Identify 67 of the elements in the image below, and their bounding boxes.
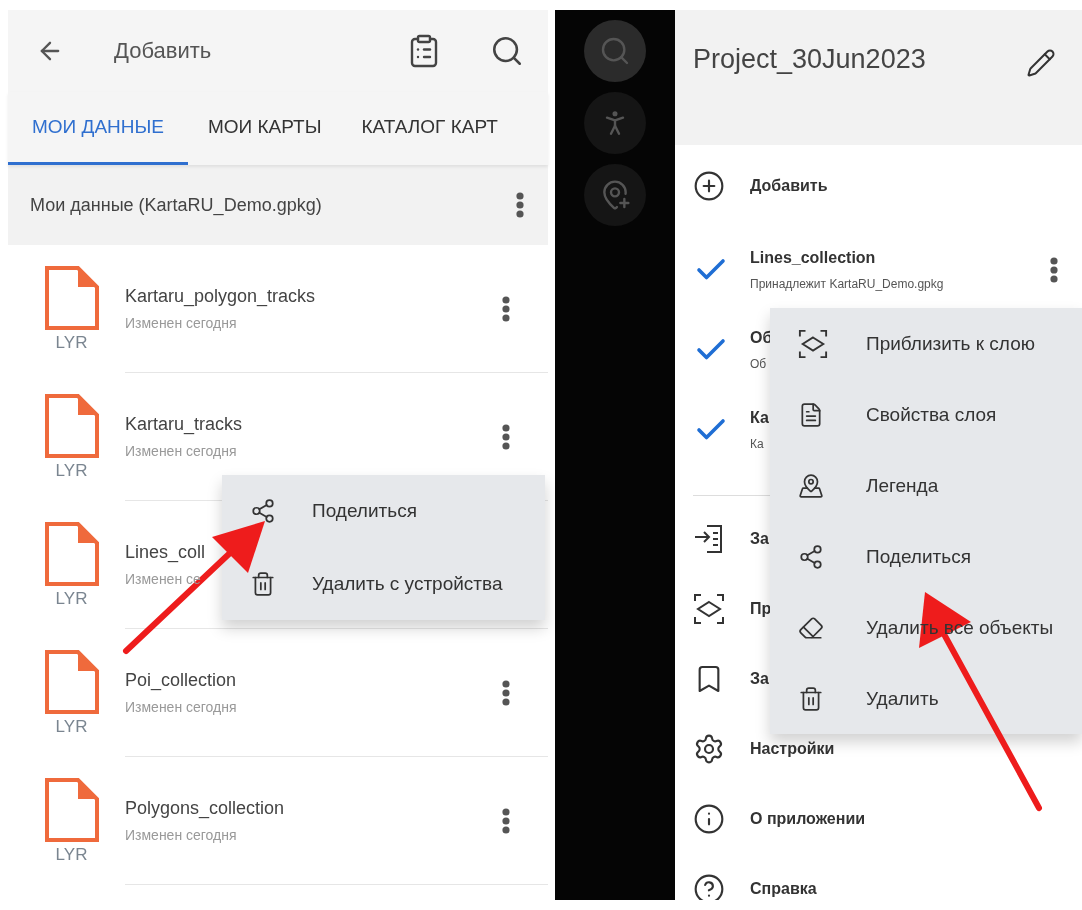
file-modified: Изменен се [125, 571, 201, 587]
tab[interactable]: КАТАЛОГ КАРТ [341, 92, 518, 165]
settings-icon [693, 733, 725, 765]
search-icon [490, 34, 524, 68]
menu-item[interactable]: Свойства слоя [770, 379, 1082, 450]
menu-item[interactable]: О приложении [750, 810, 866, 828]
file-modified: Изменен сегодня [125, 443, 237, 459]
trash-icon [250, 570, 276, 597]
search-icon [599, 35, 631, 67]
more-icon [502, 296, 510, 322]
file-type-label: LYR [55, 589, 88, 609]
menu-item[interactable]: Поделиться [222, 475, 545, 548]
file-name: Poi_collection [125, 670, 237, 691]
import-icon [693, 523, 725, 555]
file-name: Polygons_collection [125, 798, 285, 819]
more-icon [502, 808, 510, 834]
tab[interactable]: МОИ КАРТЫ [188, 92, 342, 165]
properties-icon [798, 401, 824, 428]
menu-item[interactable]: Поделиться [770, 521, 1082, 592]
file-modified: Изменен сегодня [125, 827, 237, 843]
menu-item[interactable]: Пр [750, 600, 772, 618]
layer-source: Ка [750, 437, 764, 451]
zoom-to-layer-icon [798, 328, 828, 359]
file-modified: Изменен сегодня [125, 699, 237, 715]
file-name: Kartaru_polygon_tracks [125, 286, 316, 307]
screen-title: Добавить [114, 38, 213, 64]
add-item[interactable]: Добавить [750, 177, 828, 195]
menu-item[interactable]: Удалить [770, 663, 1082, 734]
info-icon [693, 803, 725, 835]
file-type-label: LYR [55, 717, 88, 737]
zoom-to-layer-icon [693, 593, 725, 625]
file-name: Kartaru_tracks [125, 414, 243, 435]
file-type-label: LYR [55, 845, 88, 865]
trash-icon [798, 685, 824, 712]
add-icon [693, 170, 725, 202]
map-pin-icon [798, 472, 824, 499]
menu-item[interactable]: Легенда [770, 450, 1082, 521]
more-icon [1050, 257, 1058, 283]
file-modified: Изменен сегодня [125, 315, 237, 331]
file-type-label: LYR [55, 461, 88, 481]
help-icon [693, 873, 725, 900]
menu-item[interactable]: Настройки [750, 740, 835, 758]
eraser-icon [798, 614, 824, 641]
layer-name: Lines_collection [750, 249, 876, 267]
menu-item[interactable]: Справка [750, 880, 817, 898]
group-title: Мои данные (KartaRU_Demo.gpkg) [30, 194, 323, 216]
file-icon [43, 649, 100, 715]
file-icon [43, 393, 100, 459]
file-type-label: LYR [55, 333, 88, 353]
share-icon [798, 543, 824, 570]
share-icon [250, 498, 276, 525]
file-icon [43, 265, 100, 331]
layer-name: Ка [750, 409, 769, 427]
file-icon [43, 777, 100, 843]
menu-item[interactable]: За [750, 530, 769, 548]
pencil-icon [1026, 48, 1056, 78]
more-icon [502, 424, 510, 450]
layer-source: Принадлежит KartaRU_Demo.gpkg [750, 277, 944, 291]
layer-source: Об [750, 357, 767, 371]
menu-item[interactable]: Приблизить к слою [770, 308, 1082, 379]
more-icon [502, 680, 510, 706]
project-title: Project_30Jun2023 [693, 44, 927, 75]
file-name: Lines_coll [125, 542, 206, 563]
menu-item[interactable]: За [750, 670, 769, 688]
menu-item[interactable]: Удалить с устройства [222, 547, 545, 620]
file-icon [43, 521, 100, 587]
more-icon [516, 192, 524, 218]
